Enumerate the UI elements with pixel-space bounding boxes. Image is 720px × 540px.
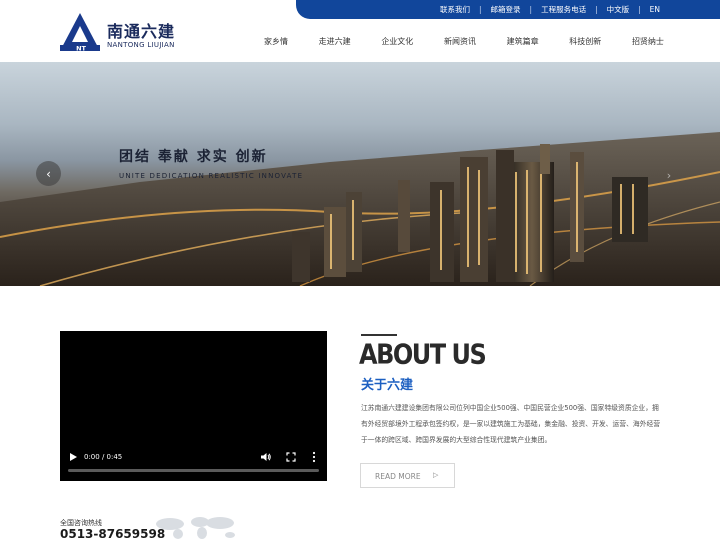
chinese-version-link[interactable]: 中文版 [607,4,630,15]
main-nav: 家乡情 走进六建 企业文化 新闻资讯 建筑篇章 科技创新 招贤纳士 [264,36,664,50]
top-utility-bar: 联系我们 | 邮箱登录 | 工程服务电话 | 中文版 | EN [296,0,720,19]
nav-item-news[interactable]: 新闻资讯 [444,36,476,50]
separator: | [479,5,482,14]
nav-item-projects[interactable]: 建筑篇章 [507,36,539,50]
about-divider [361,334,397,336]
about-title: ABOUT US [359,338,487,371]
carousel-next-button[interactable]: › [660,166,678,184]
play-arrow-icon: ▷ [433,471,439,479]
read-more-button[interactable]: READ MORE ▷ [360,463,455,488]
play-icon[interactable] [68,452,78,462]
logo[interactable]: NT 南通六建 NANTONG LIUJIAN [60,12,190,54]
about-description: 江苏南通六建建设集团有限公司位列中国企业500强、中国民营企业500强、国家特级… [361,404,661,444]
world-map-icon [156,517,235,539]
city-skyline-image [0,132,720,286]
brand-name-cn: 南通六建 [107,22,176,41]
logo-triangle-icon: NT [60,13,100,52]
nav-item-culture[interactable]: 企业文化 [381,36,413,50]
email-login-link[interactable]: 邮箱登录 [491,4,521,15]
hero-subtitle: UNITE DEDICATION REALISTIC INNOVATE [119,172,304,180]
chevron-left-icon: ‹ [46,166,51,181]
more-options-icon[interactable] [311,451,317,463]
contact-us-link[interactable]: 联系我们 [440,4,470,15]
read-more-label: READ MORE [375,472,421,481]
nav-item-about[interactable]: 走进六建 [319,36,351,50]
brand-name-en: NANTONG LIUJIAN [107,41,175,49]
page: 联系我们 | 邮箱登录 | 工程服务电话 | 中文版 | EN NT 南通六建 … [0,0,720,540]
chevron-right-icon: › [666,168,672,182]
separator: | [529,5,533,14]
about-subtitle: 关于六建 [361,378,414,393]
video-progress-bar[interactable] [68,469,319,472]
logo-mark-text: NT [76,44,86,52]
top-links: 联系我们 | 邮箱登录 | 工程服务电话 | 中文版 | EN [440,0,660,19]
hero-title: 团结 奉献 求实 创新 [119,149,268,165]
nav-item-technology[interactable]: 科技创新 [569,36,601,50]
nav-item-careers[interactable]: 招贤纳士 [632,36,664,50]
service-phone-link[interactable]: 工程服务电话 [541,4,586,15]
video-time: 0:00 / 0:45 [84,453,123,461]
video-player[interactable]: 0:00 / 0:45 [60,331,327,481]
carousel-prev-button[interactable]: ‹ [36,161,61,186]
hero-banner: 团结 奉献 求实 创新 UNITE DEDICATION REALISTIC I… [0,62,720,286]
nav-item-hometown[interactable]: 家乡情 [264,36,288,50]
volume-icon[interactable] [261,452,271,462]
separator: | [638,5,641,14]
fullscreen-icon[interactable] [286,452,296,462]
separator: | [595,5,598,14]
english-version-link[interactable]: EN [650,5,660,14]
